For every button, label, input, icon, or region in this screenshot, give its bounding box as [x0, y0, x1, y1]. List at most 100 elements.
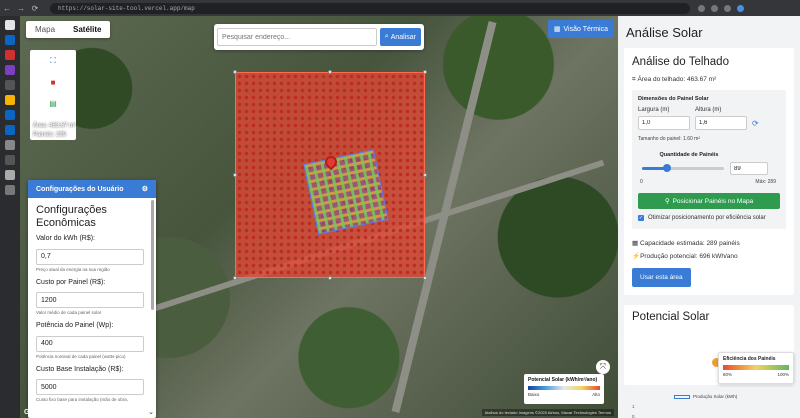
- linkedin-icon[interactable]: [5, 110, 15, 120]
- resize-handle[interactable]: [423, 70, 427, 74]
- sidebar-app-icon[interactable]: [5, 170, 15, 180]
- resize-handle[interactable]: [423, 173, 427, 177]
- thermal-icon: ▦: [553, 26, 561, 33]
- legend-range: Baixo Alto: [528, 392, 600, 397]
- analyze-button[interactable]: ⌕ Analisar: [379, 28, 421, 46]
- resize-handle[interactable]: [328, 70, 332, 74]
- capacity-text: Capacidade estimada: 289 painéis: [639, 240, 740, 247]
- efficiency-gradient: [723, 365, 789, 370]
- tab-mapa[interactable]: Mapa: [26, 21, 64, 38]
- refresh-icon[interactable]: ⟳: [752, 119, 759, 128]
- extension-icon[interactable]: [698, 4, 705, 12]
- bolt-icon: ⚡: [632, 253, 641, 260]
- thermal-view-label: Visão Térmica: [563, 25, 608, 33]
- extension-icon[interactable]: [711, 4, 718, 12]
- tab-satelite[interactable]: Satélite: [64, 21, 110, 38]
- resize-handle[interactable]: [328, 276, 332, 280]
- kwh-price-label: Valor do kWh (R$):: [36, 235, 95, 242]
- gear-icon[interactable]: ⚙: [142, 185, 148, 193]
- y-tick: 0: [632, 414, 635, 418]
- chevron-down-icon[interactable]: ⌄: [148, 408, 154, 416]
- delete-icon[interactable]: ■: [51, 78, 56, 87]
- add-icon[interactable]: [5, 185, 15, 195]
- quantity-slider[interactable]: [642, 164, 724, 172]
- panel-cost-help: Valor médio de cada painel solar: [36, 310, 102, 315]
- efficiency-title: Eficiência dos Painéis: [723, 356, 776, 362]
- width-label: Largura (m): [638, 107, 670, 113]
- sidebar-app-icon[interactable]: [5, 65, 15, 75]
- sidebar-app-icon[interactable]: [5, 80, 15, 90]
- config-body: Configurações Econômicas Valor do kWh (R…: [28, 198, 156, 415]
- panel-cost-input[interactable]: [36, 292, 144, 308]
- extension-icon[interactable]: [724, 4, 731, 12]
- quantity-input[interactable]: [730, 162, 768, 175]
- quantity-title: Quantidade de Painéis: [659, 152, 719, 158]
- linkedin-icon[interactable]: [5, 35, 15, 45]
- sidebar-app-icon[interactable]: [5, 95, 15, 105]
- optimize-option: ✓ Otimizar posicionamento por eficiência…: [638, 214, 780, 223]
- linkedin-icon[interactable]: [5, 125, 15, 135]
- search-input[interactable]: [217, 28, 377, 46]
- extensions: [698, 4, 744, 12]
- quantity-row: [638, 162, 780, 175]
- sidebar-app-icon[interactable]: [5, 155, 15, 165]
- roof-area-text: Área do telhado: 463.67 m²: [637, 76, 717, 83]
- thermal-view-button[interactable]: ▦ Visão Térmica: [547, 20, 614, 38]
- sidebar-app-icon[interactable]: [5, 50, 15, 60]
- roof-analysis-card: Análise do Telhado ⌗ Área do telhado: 46…: [624, 48, 794, 295]
- resize-handle[interactable]: [233, 276, 237, 280]
- panels-text: Painéis: 289: [33, 132, 67, 138]
- quantity-range: 0 Máx: 289: [640, 179, 776, 185]
- legend-swatch: [674, 394, 690, 399]
- fullscreen-icon[interactable]: ⤧: [596, 360, 610, 374]
- panels-icon[interactable]: ▤: [49, 99, 57, 108]
- production-chart-legend: Produção Solar (kWh): [674, 394, 737, 399]
- reload-icon[interactable]: ⟳: [28, 4, 42, 13]
- width-input[interactable]: [638, 116, 690, 130]
- capacity-info: ▦ Capacidade estimada: 289 painéis: [632, 239, 786, 247]
- google-logo: Google: [24, 409, 49, 416]
- profile-icon[interactable]: [737, 4, 744, 12]
- optimize-checkbox[interactable]: ✓: [638, 215, 644, 221]
- address-bar[interactable]: https://solar-site-tool.vercel.app/map: [50, 2, 690, 14]
- forward-icon[interactable]: →: [14, 4, 28, 13]
- quantity-min: 0: [640, 179, 643, 185]
- install-cost-input[interactable]: [36, 379, 144, 395]
- analysis-title: Análise Solar: [626, 25, 703, 40]
- map-attribution[interactable]: Atalhos do teclado Imagens ©2025 Airbus,…: [481, 409, 614, 416]
- resize-handle[interactable]: [423, 276, 427, 280]
- config-scrollbar[interactable]: [151, 200, 154, 310]
- solar-panel-grid[interactable]: [303, 149, 389, 235]
- pin-icon: ⚲: [664, 198, 670, 205]
- roof-area: ⌗ Área do telhado: 463.67 m²: [632, 76, 786, 84]
- solar-potential-legend: Potencial Solar (kWh/m²/ano) Baixo Alto: [524, 374, 604, 404]
- back-icon[interactable]: ←: [0, 4, 14, 13]
- optimize-label: Otimizar posicionamento por eficiência s…: [648, 215, 766, 221]
- use-area-button[interactable]: Usar esta área: [632, 268, 691, 287]
- legend-gradient: [528, 386, 600, 390]
- kwh-price-input[interactable]: [36, 248, 144, 265]
- satellite-map[interactable]: Mapa Satélite ⌕ Analisar ▦ Visão Térmica…: [20, 16, 618, 418]
- panel-power-help: Potência nominal de cada painel (watts-p…: [36, 353, 126, 359]
- draw-polygon-icon[interactable]: ⛶: [50, 56, 56, 66]
- address-search: ⌕ Analisar: [214, 24, 424, 50]
- production-text: Produção potencial: 696 kWh/ano: [640, 253, 738, 260]
- globe-icon[interactable]: [5, 140, 15, 150]
- height-input[interactable]: [695, 116, 747, 130]
- user-config-panel: Configurações do Usuário ⚙ Configurações…: [28, 180, 156, 418]
- place-panels-button[interactable]: ⚲ Posicionar Painéis no Mapa: [638, 193, 780, 209]
- resize-handle[interactable]: [233, 70, 237, 74]
- install-cost-label: Custo Base Instalação (R$):: [36, 365, 124, 373]
- area-summary: Área: 463.67 m² Painéis: 289: [33, 122, 76, 140]
- sidebar-app-icon[interactable]: [5, 20, 15, 30]
- config-header-title: Configurações do Usuário: [36, 185, 124, 193]
- resize-handle[interactable]: [233, 173, 237, 177]
- place-panels-label: Posicionar Painéis no Mapa: [672, 197, 754, 205]
- width-field: Largura (m): [638, 107, 690, 130]
- analysis-panel: Análise Solar Análise do Telhado ⌗ Área …: [618, 16, 800, 418]
- panel-power-input[interactable]: [36, 335, 144, 352]
- quantity-slider-knob[interactable]: [663, 164, 672, 172]
- map-type-tabs: Mapa Satélite: [26, 21, 111, 38]
- solar-potential-title: Potencial Solar: [632, 311, 710, 323]
- config-header: Configurações do Usuário ⚙: [28, 180, 156, 198]
